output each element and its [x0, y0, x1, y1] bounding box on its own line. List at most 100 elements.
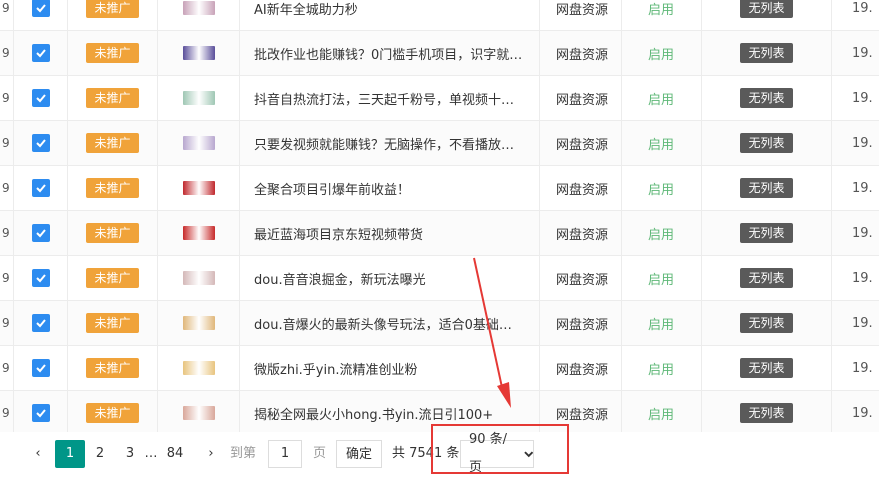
- promo-status-badge[interactable]: 未推广: [86, 358, 139, 378]
- no-list-button[interactable]: 无列表: [740, 0, 793, 18]
- no-list-button[interactable]: 无列表: [740, 268, 793, 288]
- no-list-button[interactable]: 无列表: [740, 223, 793, 243]
- page-3-button[interactable]: 3: [120, 440, 140, 468]
- row-checkbox[interactable]: [31, 404, 50, 422]
- resource-title[interactable]: dou.音爆火的最新头像号玩法，适合0基础小白: [254, 314, 524, 333]
- status-cell: 启用: [622, 211, 702, 255]
- thumbnail-cell: [158, 166, 240, 210]
- check-icon: [35, 229, 46, 238]
- category-cell: 网盘资源: [540, 391, 622, 435]
- price-cell: 19.: [852, 225, 873, 241]
- thumbnail-image[interactable]: [182, 136, 215, 150]
- title-cell: dou.音音浪掘金，新玩法曝光: [240, 256, 540, 300]
- row-checkbox-cell: [14, 166, 68, 210]
- row-checkbox[interactable]: [31, 179, 50, 197]
- promo-status-badge[interactable]: 未推广: [86, 403, 139, 423]
- thumbnail-cell: [158, 301, 240, 345]
- page-unit-label: 页: [313, 446, 327, 461]
- category-cell: 网盘资源: [540, 166, 622, 210]
- price-cell: 19.: [852, 270, 873, 286]
- row-checkbox[interactable]: [31, 134, 50, 152]
- promo-tag-cell: 未推广: [68, 256, 158, 300]
- row-checkbox[interactable]: [31, 224, 50, 242]
- table-row: 9 未推广 批改作业也能赚钱？0门槛手机项目，识字就能... 网盘资源 启用 无…: [0, 31, 879, 76]
- pagination-bar: ‹ 1 2 3 … 84 › 到第 页 确定 共 7541 条 90 条/页: [0, 432, 879, 476]
- resource-title[interactable]: AI新年全城助力秒: [254, 0, 358, 18]
- promo-status-badge[interactable]: 未推广: [86, 88, 139, 108]
- promo-status-badge[interactable]: 未推广: [86, 133, 139, 153]
- goto-page-input[interactable]: [268, 440, 302, 468]
- check-icon: [35, 94, 46, 103]
- thumbnail-image[interactable]: [182, 226, 215, 240]
- title-cell: 批改作业也能赚钱？0门槛手机项目，识字就能...: [240, 31, 540, 75]
- row-id: 9: [0, 121, 14, 165]
- thumbnail-image[interactable]: [182, 361, 215, 375]
- list-cell: 无列表: [702, 301, 832, 345]
- no-list-button[interactable]: 无列表: [740, 43, 793, 63]
- title-cell: 全聚合项目引爆年前收益！: [240, 166, 540, 210]
- thumbnail-cell: [158, 391, 240, 435]
- price-cell: 19.: [852, 405, 873, 421]
- status-cell: 启用: [622, 0, 702, 30]
- promo-tag-cell: 未推广: [68, 166, 158, 210]
- resource-title[interactable]: dou.音音浪掘金，新玩法曝光: [254, 269, 426, 288]
- category-cell: 网盘资源: [540, 346, 622, 390]
- row-id: 9: [0, 166, 14, 210]
- resource-title[interactable]: 揭秘全网最火小hong.书yin.流日引100+: [254, 404, 493, 423]
- row-checkbox[interactable]: [31, 89, 50, 107]
- page-size-select[interactable]: 90 条/页: [460, 432, 534, 475]
- row-checkbox[interactable]: [31, 0, 50, 17]
- no-list-button[interactable]: 无列表: [740, 313, 793, 333]
- confirm-button[interactable]: 确定: [336, 440, 382, 468]
- promo-status-badge[interactable]: 未推广: [86, 223, 139, 243]
- no-list-button[interactable]: 无列表: [740, 178, 793, 198]
- price-cell: 19.: [852, 45, 873, 61]
- thumbnail-cell: [158, 31, 240, 75]
- resource-title[interactable]: 抖音自热流打法，三天起千粉号，单视频十万播...: [254, 89, 524, 108]
- row-checkbox[interactable]: [31, 359, 50, 377]
- page-last-button[interactable]: 84: [163, 440, 187, 468]
- row-checkbox[interactable]: [31, 44, 50, 62]
- category-cell: 网盘资源: [540, 256, 622, 300]
- thumbnail-image[interactable]: [182, 181, 215, 195]
- resource-title[interactable]: 只要发视频就能赚钱？无脑操作，不看播放不看...: [254, 134, 524, 153]
- thumbnail-image[interactable]: [182, 271, 215, 285]
- table-row: 9 未推广 只要发视频就能赚钱？无脑操作，不看播放不看... 网盘资源 启用 无…: [0, 121, 879, 166]
- category-cell: 网盘资源: [540, 301, 622, 345]
- thumbnail-image[interactable]: [182, 1, 215, 15]
- list-cell: 无列表: [702, 0, 832, 30]
- category-cell: 网盘资源: [540, 211, 622, 255]
- resource-title[interactable]: 最近蓝海项目京东短视频带货: [254, 224, 423, 243]
- row-checkbox-cell: [14, 31, 68, 75]
- price-cell: 19.: [852, 135, 873, 151]
- thumbnail-image[interactable]: [182, 91, 215, 105]
- chevron-down-icon: [523, 450, 533, 457]
- row-id: 9: [0, 76, 14, 120]
- check-icon: [35, 274, 46, 283]
- resource-title[interactable]: 微版zhi.乎yin.流精准创业粉: [254, 359, 417, 378]
- promo-status-badge[interactable]: 未推广: [86, 0, 139, 18]
- thumbnail-image[interactable]: [182, 316, 215, 330]
- no-list-button[interactable]: 无列表: [740, 88, 793, 108]
- check-icon: [35, 184, 46, 193]
- promo-status-badge[interactable]: 未推广: [86, 43, 139, 63]
- promo-status-badge[interactable]: 未推广: [86, 313, 139, 333]
- thumbnail-image[interactable]: [182, 406, 215, 420]
- resource-title[interactable]: 批改作业也能赚钱？0门槛手机项目，识字就能...: [254, 44, 524, 63]
- promo-status-badge[interactable]: 未推广: [86, 178, 139, 198]
- row-checkbox[interactable]: [31, 269, 50, 287]
- prev-page-button[interactable]: ‹: [28, 440, 48, 468]
- next-page-button[interactable]: ›: [201, 440, 221, 468]
- page-1-button[interactable]: 1: [55, 440, 85, 468]
- thumbnail-image[interactable]: [182, 46, 215, 60]
- no-list-button[interactable]: 无列表: [740, 358, 793, 378]
- promo-tag-cell: 未推广: [68, 76, 158, 120]
- promo-status-badge[interactable]: 未推广: [86, 268, 139, 288]
- row-checkbox[interactable]: [31, 314, 50, 332]
- resource-title[interactable]: 全聚合项目引爆年前收益！: [254, 179, 410, 198]
- check-icon: [35, 4, 46, 13]
- no-list-button[interactable]: 无列表: [740, 133, 793, 153]
- row-checkbox-cell: [14, 121, 68, 165]
- no-list-button[interactable]: 无列表: [740, 403, 793, 423]
- page-2-button[interactable]: 2: [90, 440, 110, 468]
